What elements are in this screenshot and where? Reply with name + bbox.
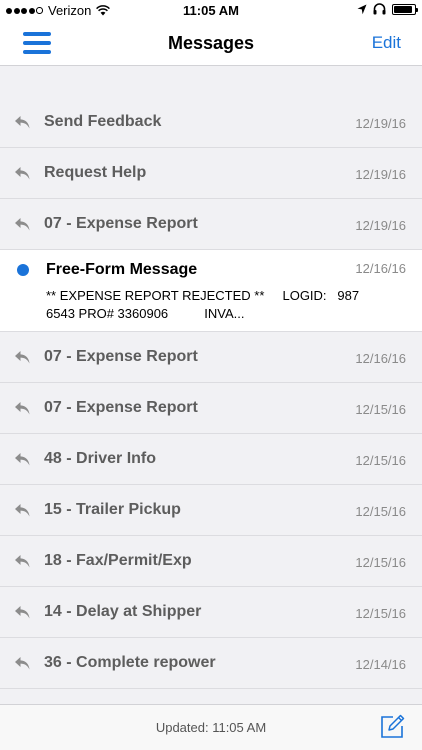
message-title: 48 - Driver Info (44, 450, 157, 467)
message-title: Request Help (44, 164, 147, 181)
message-row[interactable]: 36 - Complete repower 12/14/16 (0, 638, 422, 689)
message-title: 07 - Expense Report (44, 399, 198, 416)
message-list: Send Feedback 12/19/16 Request Help 12/19/1… (0, 97, 422, 689)
edit-button[interactable]: Edit (372, 33, 401, 53)
page-title: Messages (167, 33, 255, 53)
reply-icon (14, 217, 31, 232)
location-arrow-icon (357, 4, 367, 14)
message-date: 12/14/16 (355, 657, 406, 672)
message-row[interactable]: 18 - Fax/Permit/Exp 12/15/16 (0, 536, 422, 587)
message-preview: ** EXPENSE REPORT REJECTED ** LOGID: 987… (46, 288, 360, 321)
reply-icon (14, 115, 31, 130)
reply-icon (14, 452, 31, 467)
message-title: 18 - Fax/Permit/Exp (44, 552, 192, 569)
message-date: 12/16/16 (355, 261, 406, 276)
message-title: 15 - Trailer Pickup (44, 501, 181, 518)
message-row[interactable]: Send Feedback 12/19/16 (0, 97, 422, 148)
reply-icon (14, 605, 31, 620)
message-row[interactable]: Request Help 12/19/16 (0, 148, 422, 199)
message-row[interactable]: 14 - Delay at Shipper 12/15/16 (0, 587, 422, 638)
message-date: 12/15/16 (355, 402, 406, 417)
message-date: 12/15/16 (355, 453, 406, 468)
reply-icon (14, 503, 31, 518)
headphones-icon (373, 3, 386, 15)
battery-icon (392, 3, 418, 15)
message-date: 12/19/16 (355, 116, 406, 131)
message-row[interactable]: 15 - Trailer Pickup 12/15/16 (0, 485, 422, 536)
message-title: 14 - Delay at Shipper (44, 603, 202, 620)
message-title: Free-Form Message (46, 261, 198, 278)
message-title: Send Feedback (44, 113, 162, 130)
status-right (351, 3, 418, 15)
message-row[interactable]: Free-Form Message 12/16/16 ** EXPENSE REPO… (0, 250, 422, 332)
message-date: 12/15/16 (355, 606, 406, 621)
navigation-bar: Messages Edit (0, 20, 422, 66)
reply-icon (14, 554, 31, 569)
compose-icon[interactable] (379, 714, 405, 740)
unread-dot-icon (17, 264, 29, 276)
message-row[interactable]: 48 - Driver Info 12/15/16 (0, 434, 422, 485)
message-row[interactable]: 07 - Expense Report 12/16/16 (0, 332, 422, 383)
reply-icon (14, 350, 31, 365)
message-date: 12/15/16 (355, 555, 406, 570)
message-row[interactable]: 07 - Expense Report 12/15/16 (0, 383, 422, 434)
reply-icon (14, 656, 31, 671)
message-title: 07 - Expense Report (44, 215, 198, 232)
message-row[interactable]: 07 - Expense Report 12/19/16 (0, 199, 422, 250)
message-title: 36 - Complete repower (44, 654, 216, 671)
message-date: 12/16/16 (355, 351, 406, 366)
reply-icon (14, 401, 31, 416)
footer-toolbar: Updated: 11:05 AM (0, 704, 422, 750)
last-updated-label: Updated: 11:05 AM (155, 720, 267, 735)
message-date: 12/15/16 (355, 504, 406, 519)
message-title: 07 - Expense Report (44, 348, 198, 365)
message-date: 12/19/16 (355, 167, 406, 182)
message-date: 12/19/16 (355, 218, 406, 233)
status-bar: Verizon 11:05 AM (0, 0, 422, 20)
reply-icon (14, 166, 31, 181)
